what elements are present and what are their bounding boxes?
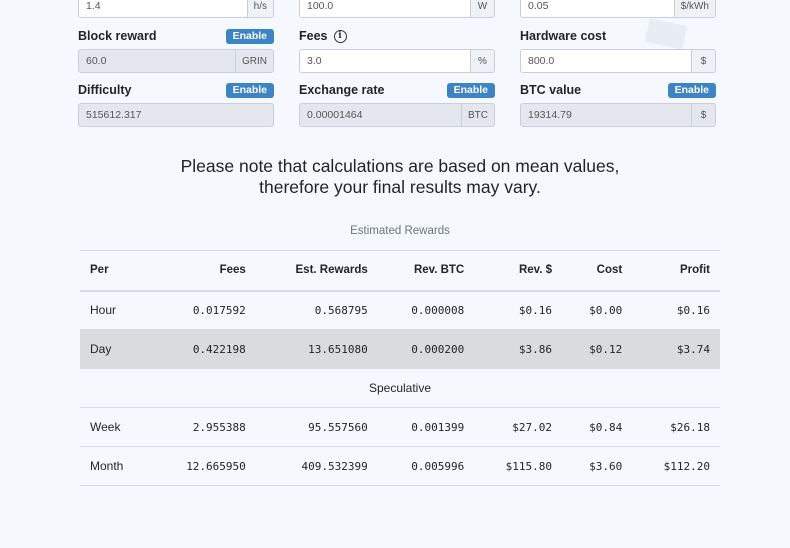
cell-cost: $3.60 bbox=[561, 446, 633, 486]
cell-rev-usd: $3.86 bbox=[474, 329, 562, 369]
cell-rev-btc: 0.005996 bbox=[377, 446, 475, 486]
cell-fees: 0.422198 bbox=[150, 329, 256, 369]
power-input-group[interactable]: 100.0 W bbox=[299, 0, 495, 18]
cell-rev-usd: $0.16 bbox=[474, 290, 562, 330]
cell-est-rewards: 409.532399 bbox=[255, 446, 378, 486]
btc-value-input-group[interactable]: 19314.79 $ bbox=[520, 103, 716, 127]
difficulty-enable-button[interactable]: Enable bbox=[225, 82, 274, 98]
speculative-label: Speculative bbox=[80, 368, 720, 408]
difficulty-field: Difficulty Enable 515612.317 bbox=[78, 80, 274, 127]
exchange-rate-field: Exchange rate Enable 0.00001464 BTC bbox=[299, 80, 495, 127]
btc-value-label: BTC value bbox=[520, 83, 582, 97]
cell-cost: $0.84 bbox=[561, 407, 633, 447]
header-per: Per bbox=[80, 250, 151, 292]
calculator-page: 1.4 h/s 100.0 W 0.05 $/kWh Block reward … bbox=[0, 0, 790, 548]
cell-est-rewards: 0.568795 bbox=[255, 290, 378, 330]
power-field: 100.0 W bbox=[299, 0, 495, 18]
table-row: Day 0.422198 13.651080 0.000200 $3.86 $0… bbox=[80, 329, 720, 369]
header-cost: Cost bbox=[561, 250, 633, 292]
header-rev-btc: Rev. BTC bbox=[377, 250, 475, 292]
cell-rev-btc: 0.000200 bbox=[377, 329, 475, 369]
table-row: Week 2.955388 95.557560 0.001399 $27.02 … bbox=[80, 407, 720, 447]
info-icon[interactable]: i bbox=[333, 29, 347, 43]
cell-cost: $0.12 bbox=[561, 329, 633, 369]
cell-rev-usd: $115.80 bbox=[474, 446, 562, 486]
mean-values-notice: Please note that calculations are based … bbox=[0, 156, 790, 198]
notice-line-1: Please note that calculations are based … bbox=[180, 156, 620, 176]
difficulty-value[interactable]: 515612.317 bbox=[79, 104, 273, 126]
cell-period: Hour bbox=[80, 290, 151, 330]
notice-line-2: therefore your final results may vary. bbox=[259, 177, 541, 197]
exchange-rate-unit: BTC bbox=[461, 104, 494, 126]
hardware-cost-input-group[interactable]: 800.0 $ bbox=[520, 49, 716, 73]
block-reward-label: Block reward bbox=[78, 29, 157, 43]
power-value[interactable]: 100.0 bbox=[300, 0, 470, 17]
difficulty-input-group[interactable]: 515612.317 bbox=[78, 103, 274, 127]
block-reward-input-group[interactable]: 60.0 GRIN bbox=[78, 49, 274, 73]
hardware-cost-unit: $ bbox=[691, 50, 715, 72]
rewards-table: Per Fees Est. Rewards Rev. BTC Rev. $ Co… bbox=[80, 250, 720, 486]
fees-unit: % bbox=[470, 50, 494, 72]
cell-period: Week bbox=[80, 407, 151, 447]
block-reward-field: Block reward Enable 60.0 GRIN bbox=[78, 26, 274, 73]
cell-rev-btc: 0.001399 bbox=[377, 407, 475, 447]
cell-fees: 12.665950 bbox=[150, 446, 256, 486]
hashrate-input-group[interactable]: 1.4 h/s bbox=[78, 0, 274, 18]
table-caption: Estimated Rewards bbox=[350, 225, 450, 237]
cell-est-rewards: 95.557560 bbox=[255, 407, 378, 447]
difficulty-label: Difficulty bbox=[78, 83, 132, 97]
header-est-rewards: Est. Rewards bbox=[255, 250, 378, 292]
fees-input-group[interactable]: 3.0 % bbox=[299, 49, 495, 73]
header-profit: Profit bbox=[632, 250, 720, 292]
btc-value-field: BTC value Enable 19314.79 $ bbox=[520, 80, 716, 127]
cell-fees: 0.017592 bbox=[150, 290, 256, 330]
fees-value[interactable]: 3.0 bbox=[300, 50, 470, 72]
cell-fees: 2.955388 bbox=[150, 407, 256, 447]
cell-period: Month bbox=[80, 446, 151, 486]
exchange-rate-enable-button[interactable]: Enable bbox=[446, 82, 495, 98]
hashrate-field: 1.4 h/s bbox=[78, 0, 274, 18]
exchange-rate-input-group[interactable]: 0.00001464 BTC bbox=[299, 103, 495, 127]
power-cost-field: 0.05 $/kWh bbox=[520, 0, 716, 18]
power-cost-value[interactable]: 0.05 bbox=[521, 0, 674, 17]
cell-rev-usd: $27.02 bbox=[474, 407, 562, 447]
cell-profit: $0.16 bbox=[632, 290, 720, 330]
power-cost-unit: $/kWh bbox=[673, 0, 715, 17]
btc-value-unit: $ bbox=[691, 104, 715, 126]
cell-rev-btc: 0.000008 bbox=[377, 290, 475, 330]
cell-profit: $112.20 bbox=[632, 446, 720, 486]
power-cost-input-group[interactable]: 0.05 $/kWh bbox=[520, 0, 716, 18]
table-row: Hour 0.017592 0.568795 0.000008 $0.16 $0… bbox=[80, 290, 720, 330]
exchange-rate-label: Exchange rate bbox=[299, 83, 385, 97]
cell-est-rewards: 13.651080 bbox=[255, 329, 378, 369]
hardware-cost-value[interactable]: 800.0 bbox=[521, 50, 691, 72]
table-row: Month 12.665950 409.532399 0.005996 $115… bbox=[80, 446, 720, 486]
cell-profit: $3.74 bbox=[632, 329, 720, 369]
header-rev-usd: Rev. $ bbox=[474, 250, 562, 292]
btc-value-enable-button[interactable]: Enable bbox=[667, 82, 716, 98]
fees-label: Fees bbox=[299, 29, 328, 43]
power-unit: W bbox=[470, 0, 494, 17]
hashrate-value[interactable]: 1.4 bbox=[79, 0, 247, 17]
header-fees: Fees bbox=[150, 250, 256, 292]
cell-cost: $0.00 bbox=[561, 290, 633, 330]
block-reward-unit: GRIN bbox=[235, 50, 273, 72]
speculative-section-row: Speculative bbox=[80, 368, 720, 408]
cell-profit: $26.18 bbox=[632, 407, 720, 447]
hashrate-unit: h/s bbox=[246, 0, 273, 17]
hardware-cost-label: Hardware cost bbox=[520, 29, 607, 43]
fees-field: Fees i 3.0 % bbox=[299, 26, 495, 73]
btc-value-value[interactable]: 19314.79 bbox=[521, 104, 691, 126]
table-header-row: Per Fees Est. Rewards Rev. BTC Rev. $ Co… bbox=[80, 250, 720, 292]
block-reward-value[interactable]: 60.0 bbox=[79, 50, 235, 72]
cell-period: Day bbox=[80, 329, 151, 369]
block-reward-enable-button[interactable]: Enable bbox=[225, 28, 274, 44]
exchange-rate-value[interactable]: 0.00001464 bbox=[300, 104, 461, 126]
hardware-cost-field: Hardware cost 800.0 $ bbox=[520, 26, 716, 73]
